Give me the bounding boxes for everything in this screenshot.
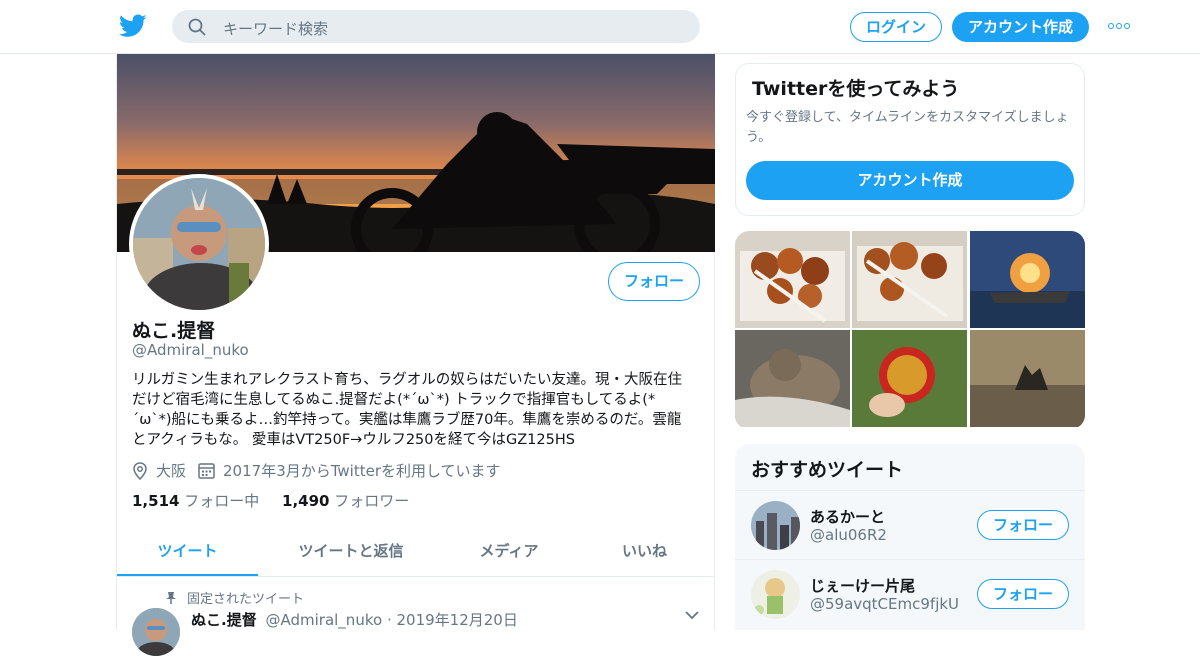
signup-button[interactable]: アカウント作成 [952,12,1089,42]
tweet-author-handle[interactable]: @Admiral_nuko [265,611,382,629]
search-input[interactable]: キーワード検索 [172,10,700,43]
profile-handle: @Admiral_nuko [132,341,249,359]
profile-tabs: ツイート ツイートと返信 メディア いいね [117,528,715,577]
search-placeholder: キーワード検索 [223,20,329,38]
tab-tweets-and-replies[interactable]: ツイートと返信 [258,528,444,576]
signup-card: Twitterを使ってみよう 今すぐ登録して、タイムラインをカスタマイズしましょ… [735,63,1085,216]
tab-tweets[interactable]: ツイート [117,528,258,576]
profile-location: 大阪 [156,462,187,480]
pinned-indicator: 固定されたツイート [165,588,304,607]
recommended-handle: @alu06R2 [810,526,887,544]
profile-column: フォロー ぬこ.提督 @Admiral_nuko リルガミン生まれアレクラスト育… [116,54,715,656]
following-link[interactable]: 1,514 フォロー中 [132,492,259,510]
followers-count: 1,490 [282,492,330,510]
calendar-icon [198,463,215,479]
location-icon [133,461,147,480]
media-thumbnail[interactable] [852,330,967,427]
tweet-separator: · [386,611,392,629]
recommended-account-row[interactable]: あるかーと @alu06R2 フォロー [735,490,1085,559]
signup-card-button[interactable]: アカウント作成 [746,161,1074,200]
pin-icon [166,591,176,604]
media-thumbnail[interactable] [970,330,1085,427]
follow-button[interactable]: フォロー [608,262,700,301]
media-thumbnail[interactable] [735,231,850,328]
media-thumbnail[interactable] [735,330,850,427]
media-grid [735,231,1085,429]
profile-name: ぬこ.提督 [132,320,216,342]
recommended-follow-button[interactable]: フォロー [977,510,1069,540]
profile-avatar[interactable] [129,174,269,314]
tab-likes[interactable]: いいね [574,528,715,576]
tweet-avatar[interactable] [132,608,180,656]
profile-joined: 2017年3月からTwitterを利用しています [223,462,501,480]
search-icon [188,18,206,36]
profile-meta: 大阪 2017年3月からTwitterを利用しています [132,460,513,481]
followers-link[interactable]: 1,490 フォロワー [282,492,409,510]
recommended-avatar[interactable] [751,501,800,550]
tab-media[interactable]: メディア [444,528,574,576]
login-button[interactable]: ログイン [850,12,942,42]
recommended-avatar[interactable] [751,570,800,619]
pinned-label: 固定されたツイート [187,592,305,607]
recommended-name[interactable]: じぇーけー片尾 [810,575,915,596]
following-count: 1,514 [132,492,180,510]
media-thumbnail[interactable] [852,231,967,328]
following-label: フォロー中 [184,492,260,510]
tweet-date[interactable]: 2019年12月20日 [397,611,518,629]
top-navigation-bar: キーワード検索 ログイン アカウント作成 [0,0,1200,54]
recommended-title: おすすめツイート [751,459,904,481]
recommended-follow-button[interactable]: フォロー [977,579,1069,609]
signup-card-title: Twitterを使ってみよう [752,78,960,100]
more-icon[interactable] [1108,23,1130,31]
twitter-bird-icon[interactable] [119,13,147,39]
recommended-accounts: おすすめツイート あるかーと @alu06R2 フォロー じぇーけー片尾 @59… [735,444,1085,630]
signup-card-description: 今すぐ登録して、タイムラインをカスタマイズしましょう。 [746,110,1069,145]
profile-bio: リルガミン生まれアレクラスト育ち、ラグオルの奴らはだいたい友達。現・大阪在住だけ… [132,372,682,448]
recommended-account-row[interactable]: じぇーけー片尾 @59avqtCEmc9fjkU フォロー [735,559,1085,628]
media-thumbnail[interactable] [970,231,1085,328]
recommended-name[interactable]: あるかーと [810,506,885,527]
tweet-author-name[interactable]: ぬこ.提督 [191,611,257,629]
profile-stats: 1,514 フォロー中 1,490 フォロワー [132,490,427,511]
tweet-header: ぬこ.提督 @Admiral_nuko · 2019年12月20日 [191,609,518,630]
chevron-down-icon[interactable] [685,610,699,620]
followers-label: フォロワー [334,492,410,510]
recommended-handle: @59avqtCEmc9fjkU [810,595,960,613]
